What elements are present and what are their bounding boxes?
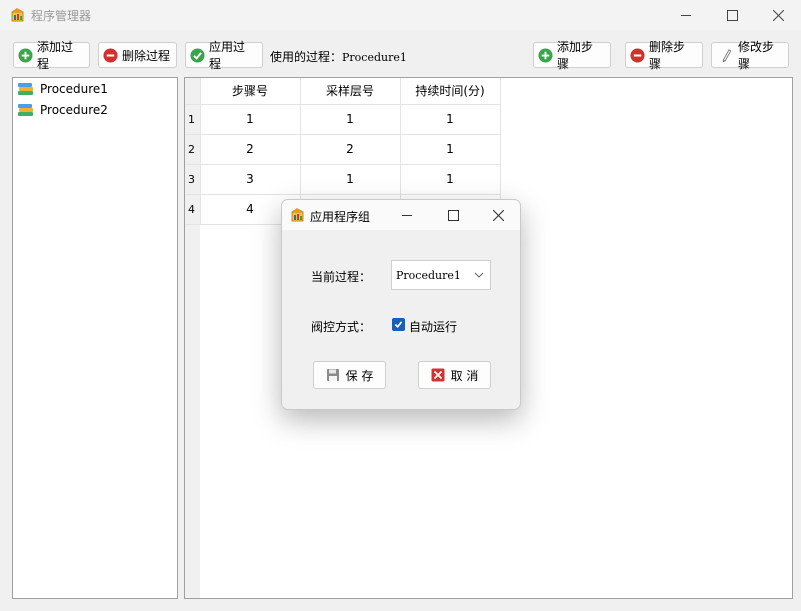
app-icon — [291, 208, 304, 222]
apply-program-dialog: 应用程序组 当前过程： Procedure1 阀控方式： 自动运行 保 存 取 … — [281, 199, 521, 410]
row-header[interactable]: 4 — [185, 194, 201, 225]
tree-item-label: Procedure2 — [40, 103, 108, 117]
pencil-icon — [722, 48, 732, 62]
dialog-minimize-button[interactable] — [384, 200, 430, 230]
check-circle-icon — [190, 47, 205, 63]
apply-procedure-label: 应用过程 — [209, 40, 246, 71]
delete-icon — [103, 47, 118, 63]
delete-step-button[interactable]: 删除步骤 — [625, 40, 703, 71]
cancel-label: 取 消 — [450, 368, 479, 383]
save-label: 保 存 — [345, 368, 374, 383]
table-row[interactable]: 1 1 1 1 — [185, 104, 501, 135]
add-step-button[interactable]: 添加步骤 — [533, 40, 611, 71]
column-header-duration[interactable]: 持续时间(分) — [400, 78, 501, 105]
table-cell[interactable]: 2 — [300, 134, 401, 165]
dialog-titlebar[interactable]: 应用程序组 — [282, 200, 520, 230]
delete-step-label: 删除步骤 — [649, 40, 686, 71]
procedure-tree[interactable]: Procedure1 Procedure2 — [12, 77, 178, 599]
used-procedure-label: 使用的过程： — [270, 50, 343, 64]
table-cell[interactable]: 1 — [400, 104, 501, 135]
valve-mode-label: 阀控方式： — [311, 320, 372, 334]
row-header[interactable]: 2 — [185, 134, 201, 165]
add-icon — [538, 47, 553, 63]
delete-procedure-label: 删除过程 — [122, 48, 171, 63]
header-row: 步骤号 采样层号 持续时间(分) — [185, 78, 501, 105]
table-cell[interactable]: 3 — [200, 164, 301, 195]
row-header[interactable]: 3 — [185, 164, 201, 195]
floppy-disk-icon — [326, 369, 339, 381]
apply-procedure-button[interactable]: 应用过程 — [185, 40, 263, 71]
add-icon — [18, 47, 33, 63]
table-cell[interactable]: 1 — [300, 104, 401, 135]
minimize-icon — [681, 15, 691, 16]
column-header-step[interactable]: 步骤号 — [200, 78, 301, 105]
auto-run-checkbox[interactable] — [392, 318, 405, 331]
add-procedure-button[interactable]: 添加过程 — [13, 40, 90, 71]
current-procedure-select[interactable]: Procedure1 — [391, 260, 491, 290]
add-step-label: 添加步骤 — [557, 40, 594, 71]
tree-item-label: Procedure1 — [40, 82, 108, 96]
maximize-button[interactable] — [709, 0, 755, 30]
app-icon — [11, 8, 24, 22]
window-title: 程序管理器 — [31, 9, 92, 23]
tree-item-procedure2[interactable]: Procedure2 — [17, 101, 108, 119]
current-procedure-label: 当前过程： — [311, 270, 372, 284]
table-cell[interactable]: 1 — [400, 164, 501, 195]
edit-step-label: 修改步骤 — [738, 40, 775, 71]
delete-procedure-button[interactable]: 删除过程 — [98, 42, 177, 68]
chevron-down-icon — [474, 272, 484, 278]
auto-run-label[interactable]: 自动运行 — [409, 318, 457, 335]
tree-item-procedure1[interactable]: Procedure1 — [17, 80, 108, 98]
table-row[interactable]: 2 2 2 1 — [185, 134, 501, 165]
main-titlebar: 程序管理器 — [0, 0, 801, 30]
dialog-close-button[interactable] — [475, 200, 520, 230]
books-icon — [18, 104, 33, 116]
dialog-maximize-button[interactable] — [430, 200, 476, 230]
column-header-layer[interactable]: 采样层号 — [300, 78, 401, 105]
close-button[interactable] — [755, 0, 801, 30]
save-button[interactable]: 保 存 — [313, 361, 386, 389]
table-row[interactable]: 3 3 1 1 — [185, 164, 501, 195]
minimize-button[interactable] — [663, 0, 709, 30]
used-procedure-indicator: 使用的过程：Procedure1 — [270, 48, 407, 65]
used-procedure-value: Procedure1 — [342, 51, 407, 64]
edit-step-button[interactable]: 修改步骤 — [711, 40, 789, 71]
delete-icon — [630, 47, 645, 63]
maximize-icon — [447, 209, 459, 221]
corner-cell — [185, 78, 201, 105]
add-procedure-label: 添加过程 — [37, 40, 74, 71]
checkmark-icon — [394, 321, 403, 328]
books-icon — [18, 83, 33, 95]
cancel-button[interactable]: 取 消 — [418, 361, 491, 389]
close-icon — [772, 9, 784, 21]
current-procedure-value: Procedure1 — [396, 268, 461, 282]
table-cell[interactable]: 1 — [200, 104, 301, 135]
table-cell[interactable]: 1 — [400, 134, 501, 165]
maximize-icon — [726, 9, 738, 21]
table-cell[interactable]: 1 — [300, 164, 401, 195]
row-header[interactable]: 1 — [185, 104, 201, 135]
minimize-icon — [402, 215, 412, 216]
cancel-icon — [431, 368, 445, 382]
table-cell[interactable]: 2 — [200, 134, 301, 165]
close-icon — [492, 209, 504, 221]
dialog-title: 应用程序组 — [310, 210, 371, 224]
